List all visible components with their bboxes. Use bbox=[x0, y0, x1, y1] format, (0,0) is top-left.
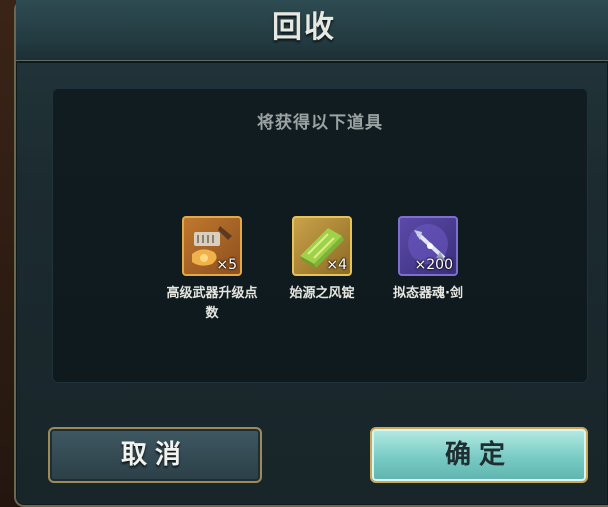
weapon-upgrade-points-icon: ×5 bbox=[182, 216, 242, 276]
reward-item[interactable]: ×200 拟态器魂·剑 bbox=[379, 216, 477, 304]
item-count: ×4 bbox=[326, 257, 347, 273]
item-name: 拟态器魂·剑 bbox=[393, 286, 463, 301]
rewards-panel: 将获得以下道具 ×5 高级武器升级点数 ×4 始源之风锭 ×200 拟态器魂·剑 bbox=[52, 88, 588, 383]
item-count: ×200 bbox=[414, 257, 453, 273]
confirm-button[interactable]: 确定 bbox=[370, 427, 588, 483]
wind-ingot-icon: ×4 bbox=[292, 216, 352, 276]
reward-item[interactable]: ×4 始源之风锭 bbox=[273, 216, 371, 304]
dialog-title: 回收 bbox=[272, 10, 336, 45]
item-name: 高级武器升级点数 bbox=[166, 286, 258, 321]
item-name: 始源之风锭 bbox=[289, 286, 355, 301]
sword-soul-icon: ×200 bbox=[398, 216, 458, 276]
cancel-button[interactable]: 取消 bbox=[48, 427, 262, 483]
item-count: ×5 bbox=[216, 257, 237, 273]
rewards-heading: 将获得以下道具 bbox=[257, 113, 383, 133]
reward-item[interactable]: ×5 高级武器升级点数 bbox=[163, 216, 261, 324]
